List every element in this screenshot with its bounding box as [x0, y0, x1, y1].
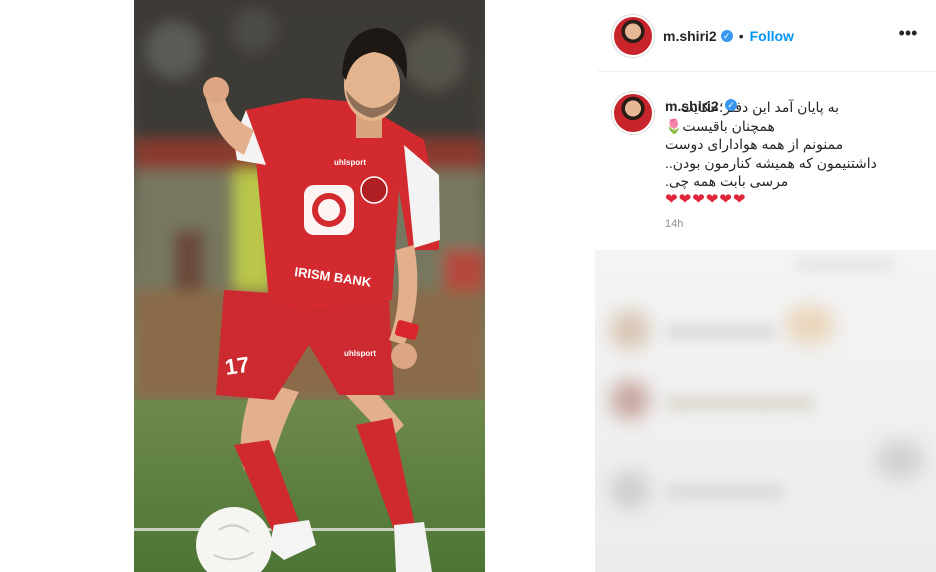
post-timestamp[interactable]: 14h — [665, 218, 683, 230]
caption-hearts: ❤❤❤❤❤❤ — [665, 190, 747, 208]
blurred-avatar — [610, 470, 650, 510]
footballer-illustration: 17 uhlsport IRISM BANK uhlsport — [134, 0, 485, 572]
blurred-comments-region — [595, 250, 936, 572]
caption-verified-badge-icon: ✓ — [725, 99, 737, 111]
jersey-brand-text: uhlsport — [334, 158, 366, 167]
header-username[interactable]: m.shiri2 — [663, 28, 717, 44]
shorts-brand: uhlsport — [344, 349, 376, 358]
blurred-line — [795, 260, 895, 270]
post-photo[interactable]: 17 uhlsport IRISM BANK uhlsport — [134, 0, 485, 572]
header-separator: • — [738, 27, 744, 44]
caption-avatar[interactable] — [612, 92, 654, 134]
blurred-avatar — [610, 380, 650, 420]
blurred-line — [665, 485, 785, 499]
caption-line-3: ممنونم از همه هوادارای دوست — [665, 136, 844, 152]
blurred-line — [665, 325, 775, 339]
more-options-icon[interactable]: ••• — [896, 24, 920, 46]
blurred-shape — [875, 440, 925, 480]
caption-line-4: داشتنیمون که همیشه کنارمون بودن.. — [665, 154, 877, 171]
caption-line-2: همچنان باقیست🌷 — [665, 117, 775, 134]
avatar[interactable] — [612, 14, 654, 57]
verified-badge-icon: ✓ — [720, 29, 733, 42]
caption-line-5: مرسی بابت همه چی. — [665, 173, 789, 189]
shirt-number: 17 — [223, 352, 251, 380]
follow-button[interactable]: Follow — [750, 28, 794, 44]
blurred-line — [665, 395, 815, 411]
post-header: m.shiri2 ✓ • Follow ••• — [598, 0, 936, 72]
blurred-shape — [785, 305, 835, 345]
blurred-avatar — [610, 310, 650, 350]
caption-text: به پایان آمد این دفتر؛حکایت همچنان باقیس… — [665, 98, 919, 209]
caption-username[interactable]: m.shiri2 — [665, 98, 719, 114]
